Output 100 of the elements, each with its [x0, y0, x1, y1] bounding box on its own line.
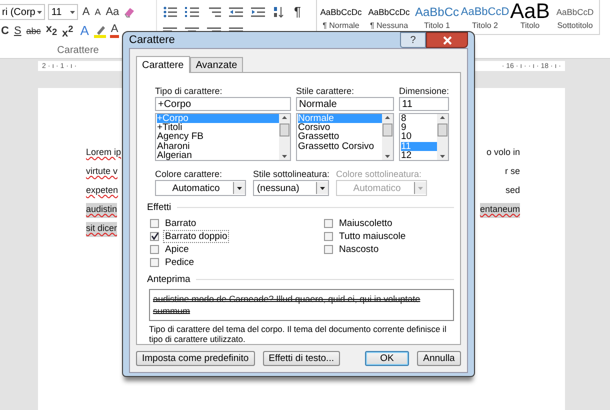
show-marks-button[interactable]: ¶: [293, 5, 302, 19]
checkbox-label[interactable]: Barrato: [163, 216, 198, 230]
list-item[interactable]: Grassetto: [298, 132, 382, 142]
shrink-font-button[interactable]: A: [94, 5, 102, 19]
sort-icon[interactable]: [273, 6, 285, 18]
dialog-button[interactable]: Imposta come predefinito: [136, 351, 255, 366]
checkbox[interactable]: [150, 258, 159, 266]
checkbox-label[interactable]: Apice: [163, 242, 191, 256]
scrollbar[interactable]: [437, 114, 448, 160]
document-text: r se: [504, 165, 520, 178]
help-button[interactable]: ?: [400, 32, 426, 48]
scrollbar[interactable]: [279, 114, 290, 160]
strike-button[interactable]: abc: [25, 24, 42, 38]
preview-text: audistine modo de Carneade? Illud quaero, quid ei, qui in voluptate summum: [153, 294, 420, 316]
checkbox[interactable]: [324, 232, 333, 240]
list-item[interactable]: Grassetto Corsivo: [298, 142, 382, 151]
checkbox-label[interactable]: Nascosto: [337, 242, 381, 256]
close-button[interactable]: [426, 32, 468, 48]
style-name[interactable]: ¶ Normale: [322, 21, 360, 30]
document-text: virtute v: [86, 165, 118, 178]
list-item[interactable]: 9: [401, 123, 437, 132]
highlighter-icon[interactable]: [92, 24, 107, 38]
group-label: Carattere: [56, 45, 100, 56]
caret-icon[interactable]: [237, 186, 242, 190]
checkbox[interactable]: [150, 244, 159, 254]
style-name[interactable]: ¶ Nessuna: [370, 21, 408, 30]
field-label: Tipo di carattere:: [155, 85, 224, 97]
checkbox-label[interactable]: Pedice: [163, 256, 196, 268]
text-field[interactable]: +Corpo: [155, 97, 291, 111]
dialog-button[interactable]: Effetti di testo...: [262, 351, 340, 366]
list-item[interactable]: 8: [401, 114, 437, 124]
list-item[interactable]: Corsivo: [298, 123, 382, 132]
check-icon: [150, 232, 158, 240]
multilevel-list-icon[interactable]: [207, 6, 221, 18]
change-case-button[interactable]: Aa: [104, 5, 120, 19]
style-name[interactable]: Titolo: [520, 21, 540, 30]
eraser-icon[interactable]: [123, 6, 136, 18]
list-box[interactable]: Normale Corsivo Grassetto Grassetto Corsivo: [296, 113, 394, 161]
document-text: expeten: [86, 184, 118, 197]
list-box[interactable]: 8 9 10 11 12: [399, 113, 449, 161]
sup-button[interactable]: x$^{2}$: [61, 22, 74, 40]
checkbox-label[interactable]: Tutto maiuscole: [337, 230, 408, 242]
font-name-field[interactable]: ri (Corp: [0, 4, 46, 20]
tab[interactable]: Carattere: [136, 56, 190, 73]
scrollbar[interactable]: [382, 114, 393, 160]
close-icon[interactable]: [442, 36, 452, 44]
style-preview[interactable]: AaB: [510, 3, 550, 21]
document-text: entaneum: [480, 203, 520, 218]
style-name[interactable]: Titolo 2: [472, 21, 498, 30]
checkbox[interactable]: [324, 244, 333, 254]
style-preview[interactable]: AaBbCcDc: [368, 3, 410, 21]
text-effects-button[interactable]: A: [79, 24, 90, 38]
bold-button[interactable]: C: [0, 24, 10, 38]
style-name[interactable]: Sottotitolo: [557, 21, 593, 30]
text-field[interactable]: Normale: [296, 97, 394, 111]
checkbox[interactable]: [150, 218, 159, 228]
style-preview[interactable]: AaBbCcDc: [320, 3, 362, 21]
checkbox[interactable]: [324, 218, 333, 228]
style-name[interactable]: Titolo 1: [424, 21, 450, 30]
text-field[interactable]: 11: [399, 97, 449, 111]
tab[interactable]: Avanzate: [190, 57, 244, 72]
numbered-list-icon[interactable]: [185, 6, 199, 18]
increase-indent-icon[interactable]: [251, 6, 265, 18]
font-color-button[interactable]: A: [110, 24, 120, 38]
sub-button[interactable]: x$_{2}$: [44, 22, 58, 40]
checkbox[interactable]: [150, 232, 159, 240]
dropdown[interactable]: Automatico: [155, 180, 246, 196]
list-box[interactable]: +Corpo +Titoli Agency FB Aharoni Algerian: [155, 113, 291, 161]
list-item[interactable]: Algerian: [157, 150, 279, 160]
grow-font-button[interactable]: A: [81, 5, 91, 19]
style-preview[interactable]: AaBbCc: [414, 3, 460, 21]
font-size-field[interactable]: 11: [48, 4, 78, 20]
list-item[interactable]: Agency FB: [157, 132, 279, 142]
caret-icon[interactable]: [320, 186, 325, 190]
field-label: Colore carattere:: [155, 168, 224, 180]
style-preview[interactable]: AaBbCcD: [460, 3, 510, 21]
underline-button[interactable]: S: [12, 24, 22, 38]
decrease-indent-icon[interactable]: [229, 6, 243, 18]
style-preview[interactable]: AaBbCcD: [556, 3, 594, 21]
field-label: Stile sottolineatura:: [253, 168, 329, 180]
dialog-button[interactable]: OK: [365, 351, 409, 366]
bullet-list-icon[interactable]: [163, 6, 177, 18]
document-text: Lorem ip: [86, 146, 122, 159]
caret-icon[interactable]: [37, 10, 42, 14]
list-item[interactable]: 10: [401, 132, 437, 142]
dialog-button[interactable]: Annulla: [417, 351, 461, 366]
section-title: Anteprima: [147, 274, 190, 285]
list-item[interactable]: +Titoli: [157, 123, 279, 132]
list-item[interactable]: 12: [401, 150, 437, 160]
description-text: Tipo di carattere del tema del corpo. Il tema del documento corrente definisce il tipo di carattere utilizzato.: [149, 324, 448, 344]
checkbox-label[interactable]: Maiuscoletto: [337, 216, 394, 230]
field-label: Dimensione:: [399, 85, 449, 97]
checkbox-label[interactable]: Barrato doppio: [163, 230, 230, 242]
caret-icon[interactable]: [70, 10, 76, 14]
list-item[interactable]: Aharoni: [157, 142, 279, 151]
document-text: o volo in: [486, 146, 520, 159]
document-text: sed: [505, 184, 520, 197]
dropdown[interactable]: (nessuna): [253, 180, 329, 196]
field-label: Colore sottolineatura:: [336, 168, 423, 180]
dialog-title: Carattere: [129, 34, 175, 46]
